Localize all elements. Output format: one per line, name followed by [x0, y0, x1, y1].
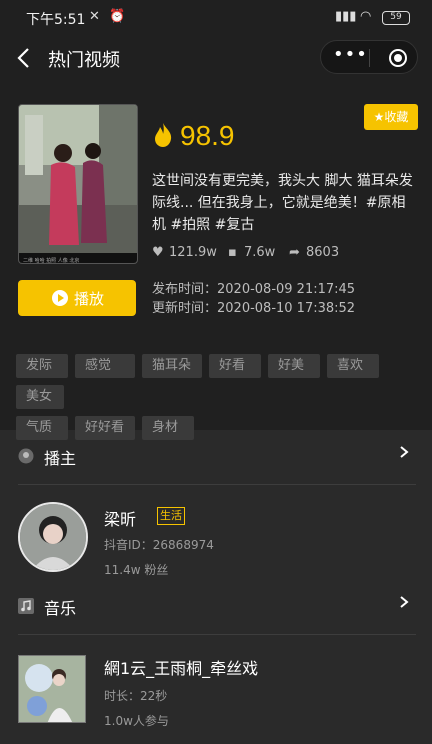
status-bar: 下午5:51 ✕ ⏰ ▮▮▮ ◠ 59: [0, 0, 432, 36]
play-label: 播放: [74, 290, 105, 308]
battery-icon: 59: [382, 11, 410, 25]
host-douyin-id: 抖音ID：26868974: [104, 538, 214, 552]
divider: [18, 484, 416, 485]
music-note-icon: [18, 598, 34, 614]
star-icon: ★: [373, 110, 385, 124]
likes-count: 121.9w: [169, 245, 217, 260]
video-dates: 发布时间：2020-08-09 21:17:45 更新时间：2020-08-10…: [152, 280, 355, 318]
divider: [18, 634, 416, 635]
video-description: 这世间没有更完美，我头大 脚大 猫耳朵发际线... 但在我身上，它就是绝美！#原…: [152, 173, 413, 233]
tag-list: 发际 感觉 猫耳朵 好看 好美 喜欢 美女 气质 好好看 身材: [16, 354, 426, 447]
capsule-divider: [369, 49, 370, 67]
host-fans: 11.4w 粉丝: [104, 563, 169, 577]
host-avatar[interactable]: [18, 502, 88, 572]
music-section-title: 音乐: [44, 599, 77, 618]
comment-icon: ▪: [228, 245, 237, 260]
comments-count: 7.6w: [244, 245, 276, 260]
svg-text:二维 哈哈 拍照 人像 北京: 二维 哈哈 拍照 人像 北京: [23, 257, 79, 264]
music-duration: 时长：22秒: [104, 689, 168, 703]
tag-item[interactable]: 好美: [268, 354, 320, 378]
navigation-bar: 热门视频 •••: [0, 36, 432, 82]
publish-time: 发布时间：2020-08-09 21:17:45: [152, 282, 356, 297]
music-title[interactable]: 網1云_王雨桐_牵丝戏: [104, 655, 258, 679]
category-badge: 生活: [157, 507, 185, 525]
tag-item[interactable]: 猫耳朵: [142, 354, 202, 378]
tag-item[interactable]: 气质: [16, 416, 68, 440]
mini-program-capsule: •••: [320, 40, 418, 74]
chevron-right-icon[interactable]: [398, 445, 410, 459]
shares-count: 8603: [306, 245, 340, 260]
music-cover-image[interactable]: [18, 655, 86, 723]
signal-icon: ▮▮▮: [335, 9, 357, 24]
host-section-title: 播主: [44, 449, 77, 468]
tag-item[interactable]: 好看: [209, 354, 261, 378]
tag-item[interactable]: 身材: [142, 416, 194, 440]
heat-score: 98.9: [180, 120, 235, 151]
favorite-label: 收藏: [384, 110, 409, 124]
tag-item[interactable]: 感觉: [75, 354, 135, 378]
back-arrow-icon[interactable]: [14, 46, 36, 70]
share-icon: ➦: [289, 245, 300, 260]
wifi-icon: ◠: [360, 9, 372, 24]
host-name[interactable]: 梁昕: [104, 506, 136, 530]
chevron-right-icon[interactable]: [398, 595, 410, 609]
video-info-card: 二维 哈哈 拍照 人像 北京 98.9 ★收藏 这世间没有更完美，我头大 脚大 …: [0, 82, 432, 440]
alarm-icon: ⏰: [109, 9, 126, 24]
video-cover-image[interactable]: 二维 哈哈 拍照 人像 北京: [18, 104, 138, 264]
play-button[interactable]: 播放: [18, 280, 136, 316]
page-title: 热门视频: [48, 50, 120, 71]
host-icon: [18, 448, 34, 464]
heart-icon: ♥: [152, 245, 164, 260]
update-time: 更新时间：2020-08-10 17:38:52: [152, 301, 356, 316]
tag-item[interactable]: 喜欢: [327, 354, 379, 378]
status-time: 下午5:51: [26, 12, 86, 28]
tag-item[interactable]: 发际: [16, 354, 68, 378]
music-participants: 1.0w人参与: [104, 714, 169, 728]
video-stats: ♥ 121.9w ▪ 7.6w ➦ 8603: [152, 245, 422, 265]
favorite-button[interactable]: ★收藏: [364, 104, 418, 130]
fire-icon: [155, 123, 172, 147]
tag-item[interactable]: 好好看: [75, 416, 135, 440]
do-not-disturb-icon: ✕: [89, 9, 100, 24]
tag-item[interactable]: 美女: [16, 385, 64, 409]
close-mini-program-icon[interactable]: [389, 49, 407, 67]
play-icon: [52, 290, 68, 306]
more-menu-icon[interactable]: •••: [333, 44, 367, 65]
